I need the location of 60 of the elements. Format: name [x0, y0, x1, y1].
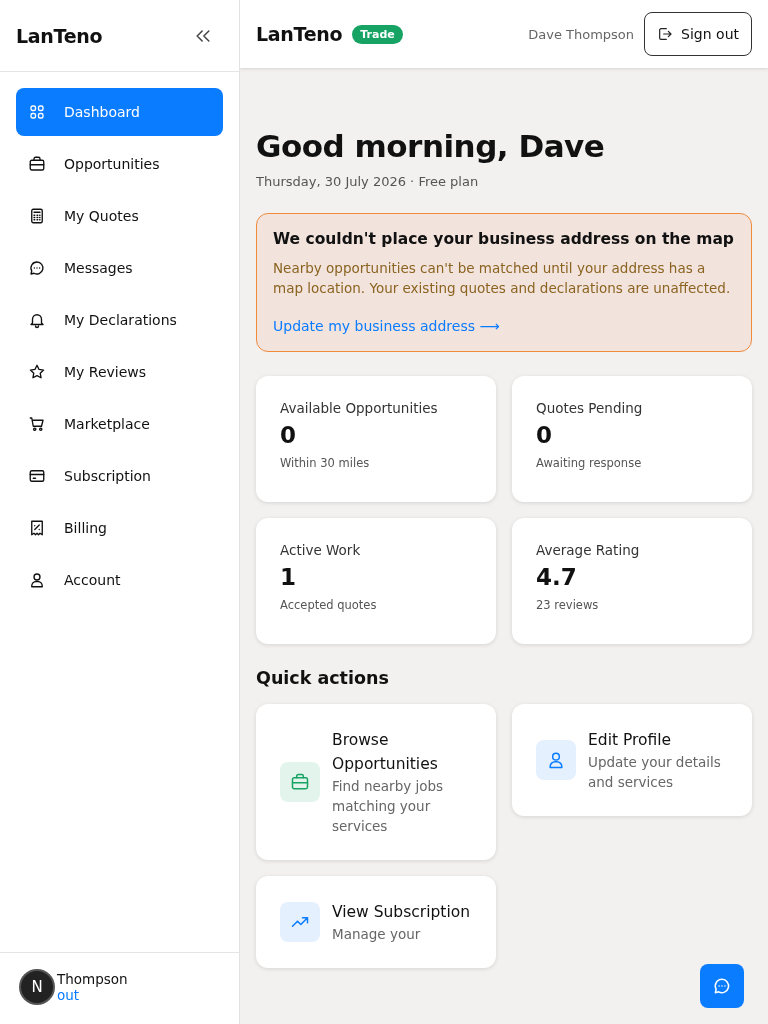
stat-label: Active Work — [280, 542, 362, 558]
brand-logo: LanTeno — [16, 24, 103, 47]
nav-item[interactable]: Subscription — [16, 452, 223, 500]
action-description: Find nearby jobs matching your services — [332, 777, 445, 836]
nav-item[interactable]: My Reviews — [16, 348, 223, 396]
chat-bubble-icon — [712, 976, 732, 996]
stat-value: 1 — [280, 564, 297, 590]
user-name: Dave Thompson — [528, 26, 635, 42]
chat-bubble-icon — [28, 259, 46, 277]
action-description: Update your details and services — [588, 753, 722, 792]
action-title: Browse Opportunities — [332, 730, 439, 775]
quick-action-card[interactable]: View Subscription Manage your — [256, 876, 496, 968]
stat-value: 4.7 — [536, 564, 578, 590]
stat-note: Awaiting response — [536, 456, 643, 470]
trend-up-icon — [280, 902, 320, 942]
plan-badge: Trade — [352, 24, 403, 44]
stat-note: Within 30 miles — [280, 456, 371, 470]
greeting-title: Good morning, Dave — [256, 128, 606, 164]
cart-icon — [28, 415, 46, 433]
action-title: View Subscription — [332, 902, 471, 923]
warning-title: We couldn't place your business address on the map — [273, 230, 735, 248]
stat-note: 23 reviews — [536, 598, 600, 612]
nav-item[interactable]: Billing — [16, 504, 223, 552]
nav-item[interactable]: Account — [16, 556, 223, 604]
star-icon — [28, 363, 46, 381]
quick-action-card[interactable]: Browse Opportunities Find nearby jobs matching your services — [256, 704, 496, 860]
sign-out-button[interactable]: Sign out — [644, 12, 752, 56]
action-description: Manage your — [332, 925, 422, 944]
stat-label: Available Opportunities — [280, 400, 439, 416]
person-icon — [28, 571, 46, 589]
sign-out-link[interactable]: out — [57, 987, 239, 1003]
stat-note: Accepted quotes — [280, 598, 378, 612]
warning-text: Nearby opportunities can't be matched until your address has a map location. Your existing quotes and declarations are unaffected. — [273, 259, 732, 298]
calculator-icon — [28, 207, 46, 225]
card-icon — [28, 467, 46, 485]
stat-value: 0 — [536, 422, 553, 448]
nav-item[interactable]: My Quotes — [16, 192, 223, 240]
brand-logo: LanTeno — [256, 23, 343, 45]
quick-action-card[interactable]: Edit Profile Update your details and services — [512, 704, 752, 816]
stat-label: Average Rating — [536, 542, 641, 558]
nav-item[interactable]: Dashboard — [16, 88, 223, 136]
dev-badge[interactable]: N — [19, 969, 55, 1005]
nav-item[interactable]: Opportunities — [16, 140, 223, 188]
stat-label: Quotes Pending — [536, 400, 644, 416]
briefcase-icon — [28, 155, 46, 173]
action-title: Edit Profile — [588, 730, 673, 751]
section-title: Quick actions — [256, 668, 390, 688]
stat-value: 0 — [280, 422, 297, 448]
bell-icon — [28, 311, 46, 329]
receipt-icon — [28, 519, 46, 537]
briefcase-icon — [280, 762, 320, 802]
sign-out-icon — [657, 26, 674, 42]
chat-button[interactable] — [700, 964, 744, 1008]
user-name: Thompson — [57, 971, 129, 987]
date-text: Thursday, 30 July 2026 · Free plan — [256, 174, 480, 189]
person-icon — [536, 740, 576, 780]
nav-item[interactable]: Messages — [16, 244, 223, 292]
nav-item[interactable]: Marketplace — [16, 400, 223, 448]
nav-item[interactable]: My Declarations — [16, 296, 223, 344]
grid-icon — [28, 103, 46, 121]
